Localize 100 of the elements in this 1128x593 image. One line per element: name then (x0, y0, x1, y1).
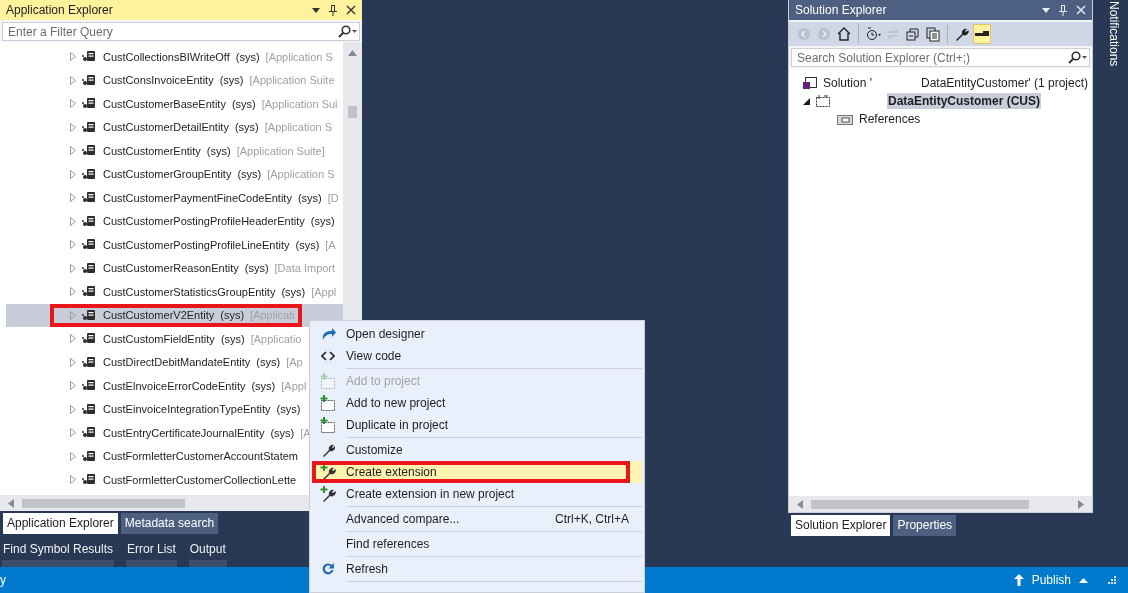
publish-button[interactable]: Publish (1031, 573, 1071, 587)
expand-arrow-icon[interactable] (70, 381, 76, 391)
horizontal-scrollbar[interactable] (789, 496, 1092, 512)
menu-item-label: Add to new project (345, 396, 447, 410)
panel-title: Solution Explorer (795, 3, 888, 17)
tree-item[interactable]: CustCustomerPaymentFineCodeEntity (sys) [D (6, 186, 343, 210)
item-layer: (sys) (206, 144, 231, 157)
item-model: [Appl (281, 379, 307, 392)
panel-tab[interactable]: Metadata search (120, 513, 219, 534)
expand-arrow-icon[interactable] (70, 52, 76, 62)
close-icon[interactable] (346, 5, 356, 15)
table-icon (82, 73, 96, 87)
item-name: CustCustomerGroupEntity (103, 168, 232, 181)
expand-arrow-icon[interactable] (70, 99, 76, 109)
item-layer: (sys) (270, 426, 295, 439)
toolbar-button[interactable] (924, 24, 942, 44)
table-icon (82, 120, 96, 134)
tree-item[interactable]: CustCustomerV2Entity (sys) [Applicati (6, 303, 343, 327)
tree-item[interactable]: Solution ' (822, 75, 873, 91)
scroll-right-icon[interactable] (1078, 499, 1084, 509)
tree-item[interactable]: CustCustomerPostingProfileHeaderEntity (sys) (6, 209, 343, 233)
table-icon (82, 473, 96, 487)
menu-shortcut: Ctrl+K, Ctrl+A (555, 512, 630, 526)
collapse-all-icon (906, 28, 919, 41)
notifications-tab[interactable]: Notifications (1107, 1, 1121, 567)
item-name: CustCustomerPostingProfileHeaderEntity (103, 215, 305, 228)
table-icon (82, 238, 96, 252)
item-name: CustConsInvoiceEntity (103, 74, 214, 87)
expand-arrow-icon[interactable] (70, 475, 76, 485)
expand-arrow-icon[interactable] (70, 193, 76, 203)
scroll-thumb[interactable] (22, 498, 185, 508)
filter-field[interactable]: Enter a Filter Query (2, 22, 360, 41)
code-icon (321, 351, 335, 361)
expand-arrow-icon[interactable] (70, 146, 76, 156)
dropdown-icon[interactable] (312, 7, 320, 13)
item-name: CustEntryCertificateJournalEntity (103, 426, 265, 439)
expand-arrow-icon[interactable] (70, 216, 76, 226)
scroll-left-icon[interactable] (797, 499, 803, 509)
tree-item[interactable]: CustCustomerStatisticsGroupEntity (sys) [Appl (6, 280, 343, 304)
tree-item[interactable]: CustCustomerPostingProfileLineEntity (sys) [A (6, 233, 343, 257)
tree-item[interactable]: CustCustomerEntity (sys) [Application Suite] (6, 139, 343, 163)
expand-arrow-icon[interactable] (70, 404, 76, 414)
expand-arrow-icon[interactable] (70, 75, 76, 85)
menu-item-label: Refresh (345, 562, 390, 576)
item-model: [Application Suite] (236, 144, 325, 157)
expand-arrow-icon[interactable] (70, 334, 76, 344)
panel-tab[interactable]: Application Explorer (3, 513, 118, 534)
curved-arrow-icon (320, 327, 336, 341)
table-icon (82, 308, 96, 322)
tree-item[interactable]: DataEntityCustomer (CUS) (887, 93, 1041, 109)
expand-arrow-icon[interactable] (70, 310, 76, 320)
item-layer: (sys) (295, 238, 320, 251)
scroll-thumb[interactable] (811, 499, 1029, 509)
tree-item[interactable]: CustCustomerBaseEntity (sys) [Application Sui (6, 92, 343, 116)
item-layer: (sys) (281, 285, 306, 298)
add-item-icon (320, 373, 336, 389)
panel-tab[interactable]: Properties (893, 515, 957, 536)
tree-item[interactable]: CustCustomerReasonEntity (sys) [Data Import (6, 256, 343, 280)
search-icon[interactable] (337, 25, 357, 38)
up-arrow-icon[interactable] (1013, 574, 1024, 586)
item-layer: (sys) (251, 379, 276, 392)
expand-arrow-icon[interactable] (70, 357, 76, 367)
menu-item-label: Open designer (345, 327, 426, 341)
scroll-thumb[interactable] (348, 106, 357, 118)
menu-item[interactable]: Find references (312, 533, 642, 555)
home-icon (837, 27, 851, 41)
resize-grip-icon[interactable] (1108, 576, 1116, 584)
table-icon (82, 426, 96, 440)
tree-item[interactable]: References (858, 111, 922, 127)
tree-item[interactable]: CustCollectionsBIWriteOff (sys) [Application S (6, 45, 343, 69)
scroll-left-icon[interactable] (8, 498, 14, 508)
expand-arrow-icon[interactable] (70, 287, 76, 297)
toolbar-button[interactable] (973, 24, 991, 44)
menu-item-label: Find references (345, 537, 431, 551)
tree-item[interactable]: CustCustomerGroupEntity (sys) [Application S (6, 162, 343, 186)
add-item-icon (320, 395, 336, 411)
search-field[interactable]: Search Solution Explorer (Ctrl+;) (791, 48, 1090, 67)
expand-arrow-icon[interactable] (70, 451, 76, 461)
tree-item[interactable]: CustConsInvoiceEntity (sys) [Application Suite (6, 68, 343, 92)
expand-arrow-icon[interactable] (70, 428, 76, 438)
refresh-icon (321, 562, 335, 576)
table-icon (82, 285, 96, 299)
expand-arrow-icon[interactable] (70, 169, 76, 179)
expand-arrow-icon[interactable] (70, 240, 76, 250)
menu-item[interactable]: Create extension (312, 461, 642, 483)
menu-item[interactable]: Refresh (312, 558, 642, 580)
collapse-arrow-icon[interactable] (803, 97, 810, 105)
item-model: [Application S (267, 168, 335, 181)
add-item-icon (320, 417, 336, 433)
search-icon[interactable] (1067, 51, 1087, 64)
caret-icon[interactable] (1079, 577, 1088, 583)
panel-tab[interactable]: Solution Explorer (791, 515, 891, 536)
scroll-up-icon[interactable] (348, 50, 357, 56)
menu-item[interactable]: Advanced compare... Ctrl+K, Ctrl+A (312, 508, 642, 530)
expand-arrow-icon[interactable] (70, 122, 76, 132)
item-name: CustCustomerDetailEntity (103, 121, 229, 134)
expand-arrow-icon[interactable] (70, 263, 76, 273)
item-model: [A (325, 238, 336, 251)
tree-item[interactable]: CustCustomerDetailEntity (sys) [Application S (6, 115, 343, 139)
pin-icon[interactable] (329, 4, 337, 16)
